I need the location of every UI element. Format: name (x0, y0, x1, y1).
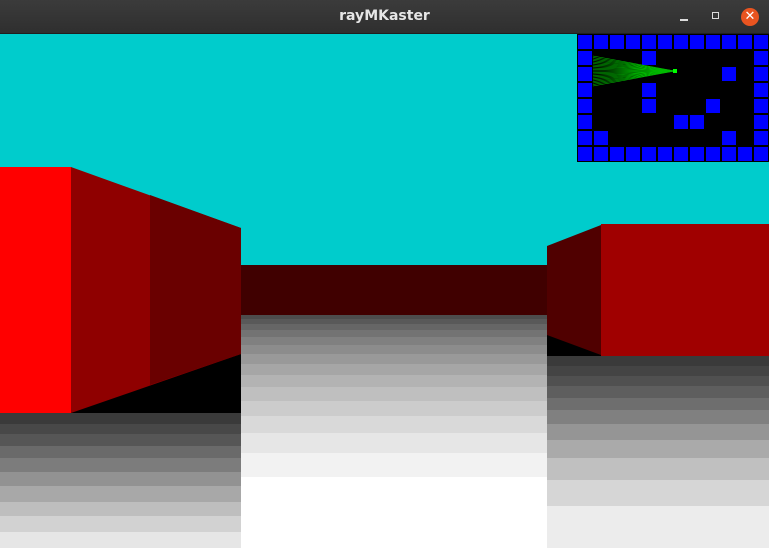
close-icon: ✕ (741, 8, 759, 26)
minimap-wall-cell (642, 99, 656, 113)
right-front-wall (601, 224, 769, 356)
floor-right (547, 356, 769, 548)
minimap-wall-cell (690, 115, 704, 129)
minimap-wall-cell (706, 147, 720, 161)
minimap-wall-cell (674, 35, 688, 49)
minimap-wall-cell (578, 115, 592, 129)
minimap-wall-cell (754, 35, 768, 49)
minimap-wall-cell (674, 147, 688, 161)
minimap-wall-cell (594, 35, 608, 49)
close-button[interactable]: ✕ (740, 7, 760, 27)
minimap-wall-cell (754, 147, 768, 161)
minimap-wall-cell (642, 35, 656, 49)
minimap-wall-cell (738, 35, 752, 49)
minimap-wall-cell (610, 35, 624, 49)
minimap-wall-cell (690, 147, 704, 161)
minimize-button[interactable] (674, 7, 694, 27)
minimap-wall-cell (754, 99, 768, 113)
minimap-wall-cell (658, 147, 672, 161)
minimap-wall-cell (626, 35, 640, 49)
close-glyph: ✕ (744, 9, 756, 24)
window-title: rayMKaster (339, 8, 430, 24)
minimap-wall-cell (578, 51, 592, 65)
minimap-wall-cell (642, 51, 656, 65)
minimap-player (673, 69, 677, 73)
far-wall (240, 265, 548, 315)
minimap-wall-cell (722, 35, 736, 49)
minimap-wall-cell (578, 67, 592, 81)
minimap-wall-cell (754, 115, 768, 129)
minimap-wall-cell (578, 147, 592, 161)
left-front-wall (0, 167, 71, 413)
minimap-wall-cell (754, 131, 768, 145)
minimap-wall-cell (674, 115, 688, 129)
floor-left (0, 413, 241, 548)
maximize-icon (712, 12, 719, 19)
minimap-wall-cell (706, 99, 720, 113)
title-bar[interactable]: rayMKaster ✕ (0, 0, 769, 34)
minimap-wall-cell (754, 83, 768, 97)
minimap-wall-cell (626, 147, 640, 161)
maximize-button[interactable] (707, 7, 727, 27)
app-window: rayMKaster ✕ (0, 0, 769, 548)
minimap-wall-cell (642, 83, 656, 97)
minimap-wall-cell (690, 35, 704, 49)
minimap-wall-cell (658, 35, 672, 49)
minimize-icon (680, 19, 688, 21)
right-side-wall (547, 225, 601, 355)
minimap-wall-cell (722, 67, 736, 81)
floor-center (241, 315, 547, 548)
minimap-wall-cell (594, 131, 608, 145)
minimap-wall-cell (754, 51, 768, 65)
minimap-wall-cell (578, 99, 592, 113)
minimap-wall-cell (578, 83, 592, 97)
minimap-wall-cell (594, 147, 608, 161)
minimap-wall-cell (610, 147, 624, 161)
left-side-wall-shade (150, 195, 241, 385)
minimap-wall-cell (642, 147, 656, 161)
minimap (577, 34, 769, 162)
minimap-wall-cell (722, 131, 736, 145)
minimap-wall-cell (578, 131, 592, 145)
minimap-wall-cell (722, 147, 736, 161)
minimap-wall-cell (754, 67, 768, 81)
minimap-wall-cell (578, 35, 592, 49)
minimap-wall-cell (738, 147, 752, 161)
minimap-wall-cell (706, 35, 720, 49)
